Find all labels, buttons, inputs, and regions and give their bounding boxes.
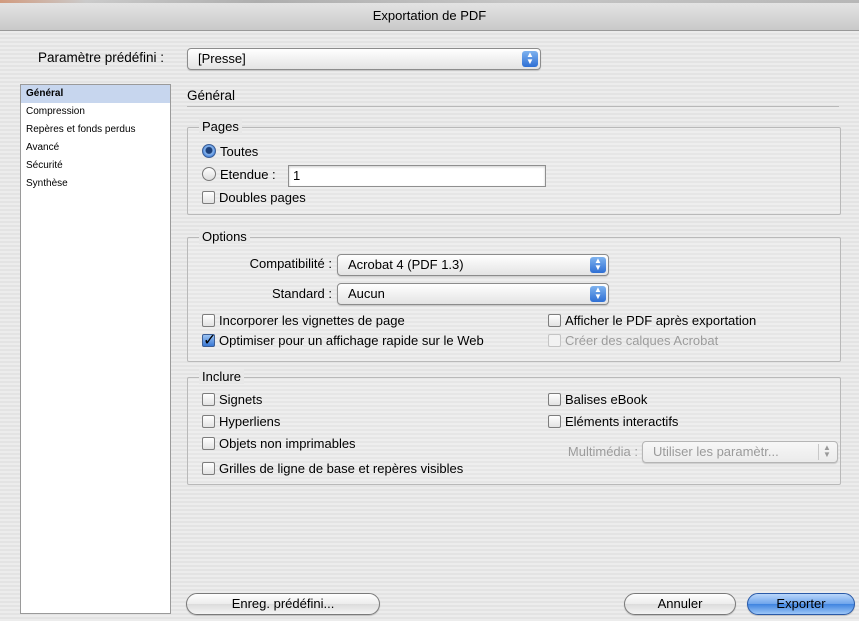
sidebar-item-summary[interactable]: Synthèse: [21, 175, 170, 193]
chevron-updown-icon: ▲ ▼: [522, 51, 538, 67]
pages-group-title: Pages: [199, 119, 242, 134]
chevron-updown-icon: ▲ ▼: [590, 257, 606, 273]
preset-select[interactable]: [Presse] ▲ ▼: [187, 48, 541, 70]
options-group-title: Options: [199, 229, 250, 244]
compat-value: Acrobat 4 (PDF 1.3): [348, 257, 464, 272]
page-title: Général: [187, 88, 236, 103]
checkbox-icon: [202, 314, 215, 327]
pages-all-radio[interactable]: Toutes: [202, 144, 258, 159]
hyperlinks-checkbox[interactable]: Hyperliens: [202, 414, 280, 429]
export-button[interactable]: Exporter: [747, 593, 855, 615]
standard-value: Aucun: [348, 286, 385, 301]
checkbox-icon: [548, 393, 561, 406]
pages-range-label: Etendue :: [220, 167, 276, 182]
bookmarks-checkbox[interactable]: Signets: [202, 392, 262, 407]
preset-label: Paramètre prédéfini :: [38, 50, 165, 65]
checkbox-icon: [202, 437, 215, 450]
bookmarks-label: Signets: [219, 392, 263, 407]
heading-divider: [187, 106, 839, 107]
compat-label: Compatibilité :: [249, 256, 332, 271]
save-preset-button[interactable]: Enreg. prédéfini...: [186, 593, 380, 615]
spreads-label: Doubles pages: [219, 190, 306, 205]
standard-select[interactable]: Aucun ▲ ▼: [337, 283, 609, 305]
pages-range-value: 1: [293, 168, 301, 183]
title-bar: Exportation de PDF: [0, 0, 859, 31]
hyperlinks-label: Hyperliens: [219, 414, 281, 429]
sidebar-item-security[interactable]: Sécurité: [21, 157, 170, 175]
view-after-label: Afficher le PDF après exportation: [565, 313, 757, 328]
nonprinting-checkbox[interactable]: Objets non imprimables: [202, 436, 356, 451]
radio-selected-icon: [202, 144, 216, 158]
layers-checkbox: Créer des calques Acrobat: [548, 333, 718, 348]
thumbnails-checkbox[interactable]: Incorporer les vignettes de page: [202, 313, 405, 328]
pages-range-input[interactable]: 1: [288, 165, 546, 187]
checkbox-icon: [202, 191, 215, 204]
grids-checkbox[interactable]: Grilles de ligne de base et repères visi…: [202, 461, 463, 476]
chevron-updown-icon: ▲ ▼: [818, 444, 835, 460]
multimedia-label: Multimédia :: [567, 444, 638, 459]
grids-label: Grilles de ligne de base et repères visi…: [219, 461, 464, 476]
checkbox-icon: [548, 314, 561, 327]
preset-select-value: [Presse]: [198, 51, 246, 66]
spreads-checkbox[interactable]: Doubles pages: [202, 190, 306, 205]
view-after-checkbox[interactable]: Afficher le PDF après exportation: [548, 313, 756, 328]
chevron-updown-icon: ▲ ▼: [590, 286, 606, 302]
layers-label: Créer des calques Acrobat: [565, 333, 719, 348]
sidebar-item-general[interactable]: Général: [21, 85, 170, 103]
standard-label: Standard :: [272, 286, 332, 301]
checkbox-icon: [202, 415, 215, 428]
checkbox-icon: [202, 462, 215, 475]
optimize-label: Optimiser pour un affichage rapide sur l…: [219, 333, 484, 348]
pages-all-label: Toutes: [220, 144, 259, 159]
multimedia-value: Utiliser les paramètr...: [653, 444, 779, 459]
nonprinting-label: Objets non imprimables: [219, 436, 356, 451]
ebook-label: Balises eBook: [565, 392, 648, 407]
window-title: Exportation de PDF: [372, 8, 487, 23]
optimize-checkbox[interactable]: Optimiser pour un affichage rapide sur l…: [202, 330, 484, 350]
sidebar-item-advanced[interactable]: Avancé: [21, 139, 170, 157]
include-group-title: Inclure: [199, 369, 245, 384]
pages-range-radio[interactable]: Etendue :: [202, 167, 276, 182]
sidebar-item-compression[interactable]: Compression: [21, 103, 170, 121]
radio-unselected-icon: [202, 167, 216, 181]
sidebar: Général Compression Repères et fonds per…: [20, 84, 171, 614]
interactive-checkbox[interactable]: Eléments interactifs: [548, 414, 678, 429]
compat-select[interactable]: Acrobat 4 (PDF 1.3) ▲ ▼: [337, 254, 609, 276]
title-bar-strip: [0, 0, 859, 3]
checkbox-checked-icon: [202, 330, 216, 350]
thumbnails-label: Incorporer les vignettes de page: [219, 313, 405, 328]
ebook-checkbox[interactable]: Balises eBook: [548, 392, 647, 407]
multimedia-select: Utiliser les paramètr... ▲ ▼: [642, 441, 838, 463]
checkbox-disabled-icon: [548, 334, 561, 347]
checkbox-icon: [202, 393, 215, 406]
checkbox-icon: [548, 415, 561, 428]
cancel-button[interactable]: Annuler: [624, 593, 736, 615]
sidebar-item-marks-bleeds[interactable]: Repères et fonds perdus: [21, 121, 170, 139]
interactive-label: Eléments interactifs: [565, 414, 679, 429]
